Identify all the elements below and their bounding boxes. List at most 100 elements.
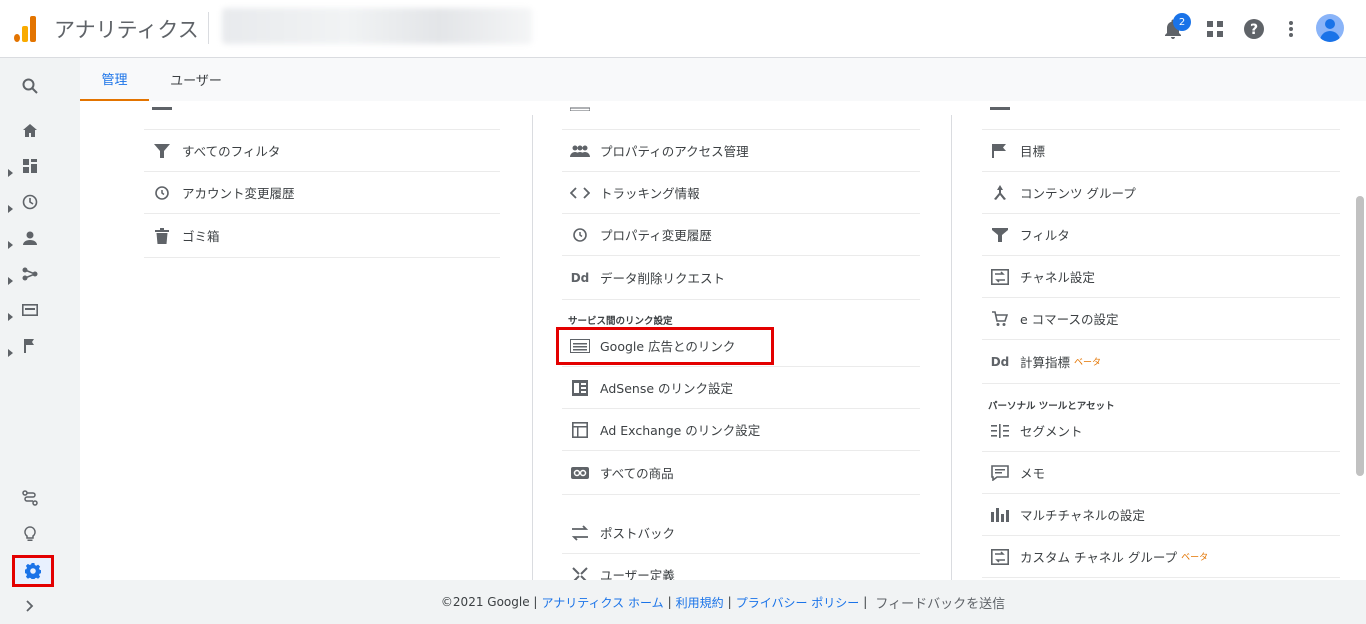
history-icon bbox=[568, 225, 592, 245]
view-item-label: メモ bbox=[1020, 466, 1046, 481]
help-icon[interactable]: ? bbox=[1241, 16, 1267, 42]
property-item-partial[interactable] bbox=[562, 101, 920, 130]
behavior-icon[interactable] bbox=[18, 298, 42, 322]
title-divider bbox=[208, 12, 209, 44]
view-item-label: チャネル設定 bbox=[1020, 270, 1095, 285]
app-title: アナリティクス bbox=[54, 18, 199, 42]
view-item-label: セグメント bbox=[1020, 424, 1083, 439]
column-divider bbox=[951, 115, 952, 580]
view-item-annotations[interactable]: メモ bbox=[982, 452, 1340, 494]
property-item-label: トラッキング情報 bbox=[600, 186, 700, 201]
memo-icon bbox=[988, 463, 1012, 483]
history-icon bbox=[150, 183, 174, 203]
property-item-label: AdSense のリンク設定 bbox=[600, 381, 733, 396]
bar-icon bbox=[988, 505, 1012, 525]
footer-link-terms[interactable]: 利用規約 bbox=[676, 594, 724, 611]
beta-label: ベータ bbox=[1181, 553, 1209, 563]
apps-grid-icon[interactable] bbox=[1202, 16, 1228, 42]
people-icon bbox=[568, 141, 592, 161]
footer-feedback-link[interactable]: フィードバックを送信 bbox=[875, 593, 1005, 612]
home-icon[interactable] bbox=[18, 118, 42, 142]
gear-icon bbox=[25, 563, 41, 579]
view-item-label: e コマースの設定 bbox=[1020, 312, 1119, 327]
property-item-tracking[interactable]: トラッキング情報 bbox=[562, 172, 920, 214]
lightbulb-icon[interactable] bbox=[18, 522, 42, 546]
view-item-segments[interactable]: セグメント bbox=[982, 410, 1340, 452]
property-item-label: データ削除リクエスト bbox=[600, 271, 726, 286]
svg-text:?: ? bbox=[1250, 22, 1258, 38]
acquisition-icon[interactable] bbox=[18, 262, 42, 286]
property-item-label: プロパティのアクセス管理 bbox=[600, 144, 749, 159]
view-item-ecommerce[interactable]: e コマースの設定 bbox=[982, 298, 1340, 340]
account-item-partial[interactable] bbox=[144, 101, 500, 130]
property-item-change-history[interactable]: プロパティ変更履歴 bbox=[562, 214, 920, 256]
view-item-filters[interactable]: フィルタ bbox=[982, 214, 1340, 256]
filter-icon bbox=[988, 225, 1012, 245]
view-item-custom-channel-grouping[interactable]: カスタム チャネル グループ ベータ bbox=[982, 536, 1340, 578]
postback-icon bbox=[568, 523, 592, 543]
property-item-label: プロパティ変更履歴 bbox=[600, 228, 712, 243]
footer-copyright: ©2021 Google | bbox=[440, 595, 538, 609]
more-vert-icon[interactable] bbox=[1278, 16, 1304, 42]
expand-caret-icon[interactable] bbox=[8, 162, 14, 177]
expand-caret-icon[interactable] bbox=[8, 198, 14, 213]
property-item-label: ポストバック bbox=[600, 526, 676, 541]
view-item-channel-settings[interactable]: チャネル設定 bbox=[982, 256, 1340, 298]
dd-icon: Dd bbox=[990, 354, 1010, 369]
realtime-clock-icon[interactable] bbox=[18, 190, 42, 214]
property-item-all-products[interactable]: すべての商品 bbox=[562, 451, 920, 495]
page-scrollbar[interactable] bbox=[1356, 196, 1364, 476]
tab-user[interactable]: ユーザー bbox=[160, 58, 232, 101]
link-icon bbox=[568, 463, 592, 483]
view-item-goals[interactable]: 目標 bbox=[982, 130, 1340, 172]
account-item-trash[interactable]: ゴミ箱 bbox=[144, 214, 500, 258]
left-nav bbox=[0, 58, 60, 624]
footer-link-analytics-home[interactable]: アナリティクス ホーム bbox=[541, 594, 663, 611]
view-item-calculated-metrics[interactable]: Dd 計算指標 ベータ bbox=[982, 340, 1340, 384]
flag-icon bbox=[988, 141, 1012, 161]
expand-caret-icon[interactable] bbox=[8, 270, 14, 285]
property-item-adsense-link[interactable]: AdSense のリンク設定 bbox=[562, 367, 920, 409]
expand-caret-icon[interactable] bbox=[8, 306, 14, 321]
footer-link-privacy[interactable]: プライバシー ポリシー bbox=[736, 594, 860, 611]
property-item-label: すべての商品 bbox=[600, 466, 674, 481]
channel-icon bbox=[988, 267, 1012, 287]
property-item-postbacks[interactable]: ポストバック bbox=[562, 512, 920, 554]
audience-person-icon[interactable] bbox=[18, 226, 42, 250]
view-item-partial[interactable] bbox=[982, 101, 1340, 130]
view-item-label: フィルタ bbox=[1020, 228, 1070, 243]
property-item-user-definitions[interactable]: ユーザー定義 bbox=[562, 554, 920, 580]
partial-item-icon bbox=[150, 101, 174, 119]
view-item-label: マルチチャネルの設定 bbox=[1020, 508, 1145, 523]
conversions-flag-icon[interactable] bbox=[18, 334, 42, 358]
expand-caret-icon[interactable] bbox=[8, 342, 14, 357]
column-divider bbox=[532, 115, 533, 580]
tab-admin[interactable]: 管理 bbox=[80, 58, 149, 101]
account-item-all-filters[interactable]: すべてのフィルタ bbox=[144, 130, 500, 172]
dashboard-icon[interactable] bbox=[18, 154, 42, 178]
view-item-multichannel[interactable]: マルチチャネルの設定 bbox=[982, 494, 1340, 536]
property-item-data-deletion[interactable]: Dd データ削除リクエスト bbox=[562, 256, 920, 300]
analytics-logo-icon[interactable] bbox=[14, 16, 38, 42]
code-icon bbox=[568, 183, 592, 203]
search-icon[interactable] bbox=[18, 74, 42, 98]
view-item-label: 計算指標 bbox=[1020, 355, 1071, 370]
google-ads-link-highlight bbox=[556, 327, 774, 365]
expand-caret-icon[interactable] bbox=[8, 234, 14, 249]
notification-count-badge: 2 bbox=[1173, 13, 1191, 31]
partial-item-icon bbox=[568, 101, 592, 119]
channel-icon bbox=[988, 547, 1012, 567]
filter-icon bbox=[150, 141, 174, 161]
account-item-change-history[interactable]: アカウント変更履歴 bbox=[144, 172, 500, 214]
attribution-icon[interactable] bbox=[18, 486, 42, 510]
view-item-content-grouping[interactable]: コンテンツ グループ bbox=[982, 172, 1340, 214]
account-selector[interactable] bbox=[222, 8, 532, 44]
admin-settings-button[interactable] bbox=[12, 555, 54, 587]
property-item-adexchange-link[interactable]: Ad Exchange のリンク設定 bbox=[562, 409, 920, 451]
user-avatar[interactable] bbox=[1316, 14, 1344, 42]
expand-nav-chevron-icon[interactable] bbox=[18, 594, 42, 618]
dd-icon: Dd bbox=[570, 270, 590, 285]
partial-item-icon bbox=[988, 101, 1012, 119]
property-item-access[interactable]: プロパティのアクセス管理 bbox=[562, 130, 920, 172]
admin-tabs: 管理 ユーザー bbox=[80, 58, 1366, 101]
